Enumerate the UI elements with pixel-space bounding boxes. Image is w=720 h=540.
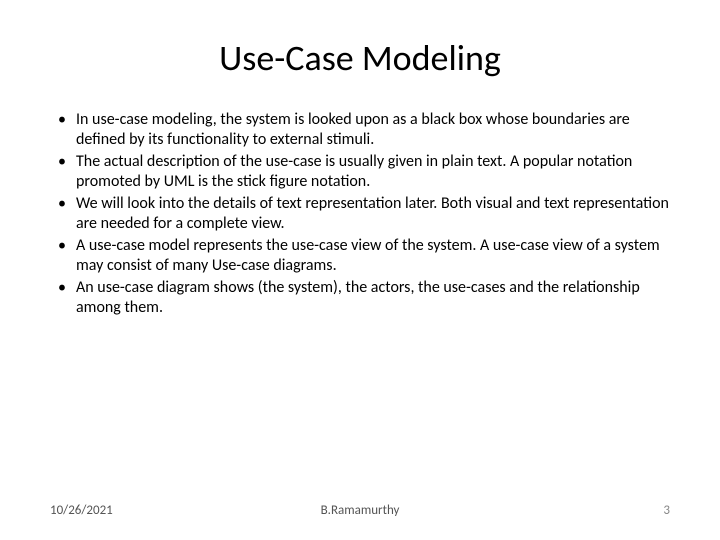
- bullet-list: In use-case modeling, the system is look…: [50, 110, 670, 318]
- bullet-item: The actual description of the use-case i…: [76, 152, 670, 192]
- bullet-item: We will look into the details of text re…: [76, 194, 670, 234]
- slide: Use-Case Modeling In use-case modeling, …: [0, 0, 720, 540]
- bullet-item: In use-case modeling, the system is look…: [76, 110, 670, 150]
- bullet-item: An use-case diagram shows (the system), …: [76, 278, 670, 318]
- footer-page-number: 3: [663, 503, 670, 518]
- slide-footer: 10/26/2021 B.Ramamurthy 3: [0, 503, 720, 518]
- slide-title: Use-Case Modeling: [50, 36, 670, 80]
- footer-date: 10/26/2021: [50, 503, 113, 518]
- bullet-item: A use-case model represents the use-case…: [76, 236, 670, 276]
- footer-author: B.Ramamurthy: [321, 503, 400, 518]
